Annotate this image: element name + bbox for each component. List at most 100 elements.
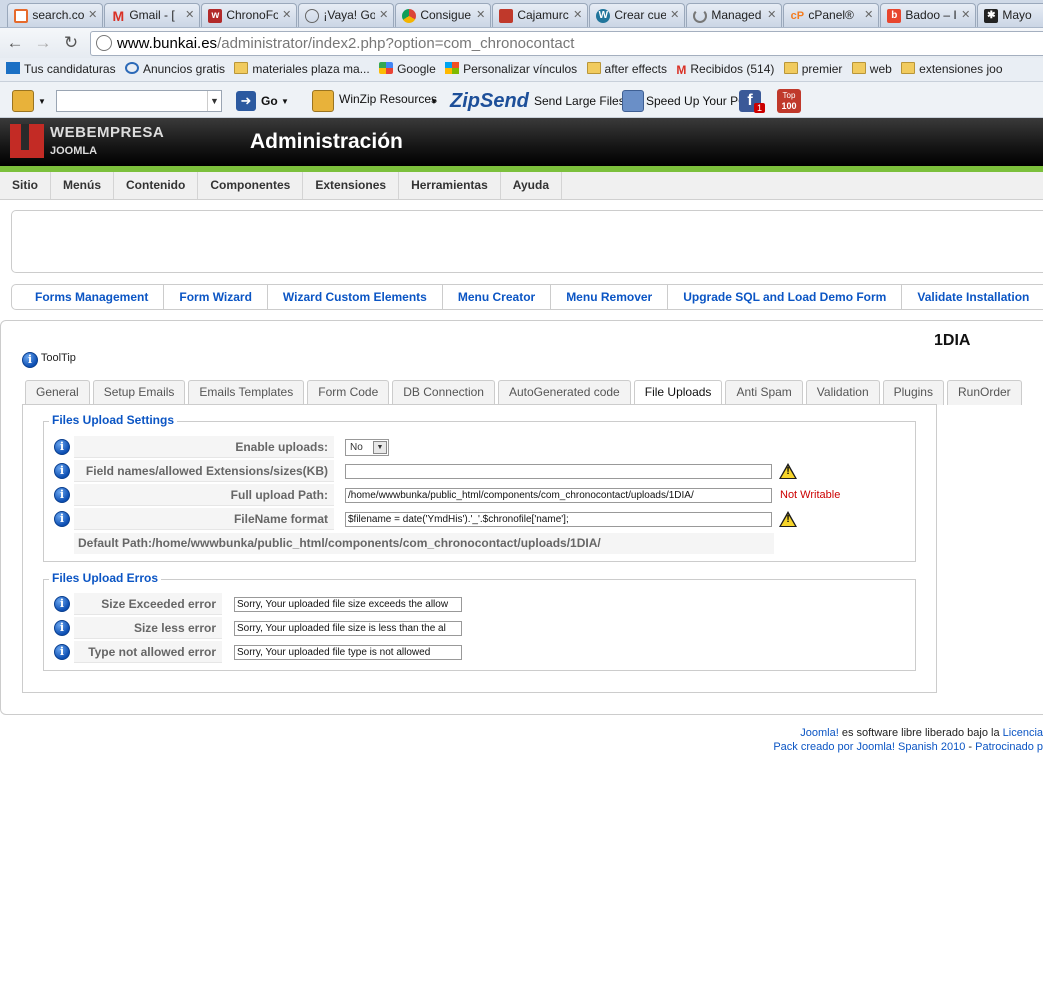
go-arrow-icon[interactable]: ➜ [236,91,256,111]
browser-tab-chronoforms[interactable]: w ChronoFo ✕ [201,3,298,27]
reload-icon[interactable]: ↻ [60,32,82,54]
tab-validation[interactable]: Validation [805,380,880,405]
tab-anti-spam[interactable]: Anti Spam [725,380,803,405]
menu-extensiones[interactable]: Extensiones [303,172,400,199]
close-icon[interactable]: ✕ [476,8,485,21]
close-icon[interactable]: ✕ [185,8,194,21]
menu-sitio[interactable]: Sitio [0,172,51,199]
browser-tab-badoo[interactable]: b Badoo – I ✕ [880,3,977,27]
tooltip-label: ToolTip [40,352,76,364]
tab-autogenerated-code[interactable]: AutoGenerated code [497,380,631,405]
bookmark-item[interactable]: Personalizar vínculos [445,58,577,76]
menu-componentes[interactable]: Componentes [198,172,304,199]
close-icon[interactable]: ✕ [573,8,582,21]
winzip-resources-button[interactable]: WinZip Resources [339,92,437,106]
forward-arrow-icon[interactable]: → [32,32,54,54]
browser-tab-consigue[interactable]: Consigue ✕ [395,3,492,27]
bookmark-item[interactable]: M Recibidos (514) [676,58,774,77]
filename-format-input[interactable]: $filename = date('YmdHis').'_'.$chronofi… [345,512,772,527]
close-icon[interactable]: ✕ [379,8,388,21]
bookmark-item[interactable]: extensiones joo [901,58,1003,76]
size-less-input[interactable]: Sorry, Your uploaded file size is less t… [234,621,462,636]
info-icon[interactable]: i [22,352,38,368]
close-icon[interactable]: ✕ [670,8,679,21]
tab-emails-templates[interactable]: Emails Templates [188,380,305,405]
tab-db-connection[interactable]: DB Connection [392,380,495,405]
browser-tab-mayo[interactable]: ✱ Mayo [977,3,1043,27]
joomla-favicon-icon: ✱ [984,9,999,23]
upload-path-input[interactable]: /home/wwwbunka/public_html/components/co… [345,488,772,503]
submenu-form-wizard[interactable]: Form Wizard [164,285,268,309]
info-icon[interactable]: i [54,620,70,636]
back-arrow-icon[interactable]: ← [4,32,26,54]
field-names-input[interactable] [345,464,772,479]
menu-ayuda[interactable]: Ayuda [501,172,563,199]
bookmark-item[interactable]: Anuncios gratis [124,58,225,76]
tab-file-uploads[interactable]: File Uploads [633,380,723,406]
tab-form-code[interactable]: Form Code [307,380,390,405]
pack-link[interactable]: Pack creado por Joomla! Spanish 2010 [773,741,965,753]
close-icon[interactable]: ✕ [864,8,873,21]
folder-icon [586,62,601,74]
browser-tab-crear-cuenta[interactable]: W Crear cue ✕ [589,3,686,27]
info-icon[interactable]: i [54,511,70,527]
tab-runorder[interactable]: RunOrder [946,380,1022,405]
browser-tab-gmail[interactable]: M Gmail - [ ✕ [104,3,201,27]
enable-uploads-select[interactable]: No ▼ [345,439,389,456]
menu-menus[interactable]: Menús [51,172,115,199]
speed-up-pc-button[interactable]: Speed Up Your PC [646,94,747,108]
tab-plugins[interactable]: Plugins [882,380,944,405]
tooltip-toggle[interactable]: i ToolTip [22,352,76,368]
tab-general[interactable]: General [25,380,90,405]
top100-icon[interactable]: Top 100 [777,89,801,113]
submenu-forms-management[interactable]: Forms Management [20,285,165,309]
size-exceeded-input[interactable]: Sorry, Your uploaded file size exceeds t… [234,597,462,612]
browser-tab-vaya[interactable]: ¡Vaya! Go ✕ [298,3,395,27]
bookmark-item[interactable]: Google [379,58,436,76]
submenu-menu-creator[interactable]: Menu Creator [443,285,552,309]
submenu-wizard-custom-elements[interactable]: Wizard Custom Elements [268,285,443,309]
chevron-down-icon[interactable]: ▼ [207,91,221,111]
info-icon[interactable]: i [54,644,70,660]
toolbar-search-input[interactable]: ▼ [56,90,222,112]
close-icon[interactable]: ✕ [961,8,970,21]
submenu-menu-remover[interactable]: Menu Remover [551,285,669,309]
close-icon[interactable]: ✕ [282,8,291,21]
joomla-link[interactable]: Joomla! [800,727,839,739]
browser-tab-cpanel[interactable]: cP cPanel® ✕ [783,3,880,27]
bookmark-item[interactable]: Tus candidaturas [6,58,116,76]
browser-tab-search[interactable]: search.co ✕ [7,3,104,27]
close-icon[interactable]: ✕ [88,8,97,21]
browser-tab-cajamurcia[interactable]: Cajamurc ✕ [492,3,589,27]
chevron-down-icon[interactable]: ▼ [38,97,46,106]
chevron-down-icon[interactable]: ▼ [373,441,387,454]
chevron-down-icon[interactable]: ▼ [430,97,438,106]
chevron-down-icon[interactable]: ▼ [281,97,289,106]
folder-icon [851,62,866,74]
facebook-notification-badge: 1 [754,103,766,113]
info-icon[interactable]: i [54,487,70,503]
browser-tab-managed[interactable]: Managed ✕ [686,3,783,27]
info-icon[interactable]: i [54,439,70,455]
submenu-validate-installation[interactable]: Validate Installation [902,285,1043,309]
bookmark-item[interactable]: premier [783,58,842,76]
submenu-upgrade-sql[interactable]: Upgrade SQL and Load Demo Form [668,285,903,309]
menu-contenido[interactable]: Contenido [114,172,199,199]
bookmark-item[interactable]: web [851,58,892,76]
info-icon[interactable]: i [54,596,70,612]
menu-herramientas[interactable]: Herramientas [399,172,501,199]
bookmark-item[interactable]: materiales plaza ma... [234,58,370,76]
close-icon[interactable]: ✕ [767,8,776,21]
licencia-link[interactable]: Licencia [1003,727,1043,739]
type-not-allowed-input[interactable]: Sorry, Your uploaded file type is not al… [234,645,462,660]
send-large-files-button[interactable]: Send Large Files [534,94,625,108]
zipsend-logo[interactable]: ZipSend [450,90,529,113]
url-input[interactable]: www.bunkai.es/administrator/index2.php?o… [90,31,1043,56]
cpanel-favicon-icon: cP [790,10,805,22]
go-button[interactable]: Go [261,94,278,108]
winzip-menu-icon[interactable] [12,90,34,112]
bookmark-item[interactable]: after effects [586,58,667,76]
patrocinado-link[interactable]: Patrocinado p [975,741,1043,753]
info-icon[interactable]: i [54,463,70,479]
tab-setup-emails[interactable]: Setup Emails [92,380,186,405]
